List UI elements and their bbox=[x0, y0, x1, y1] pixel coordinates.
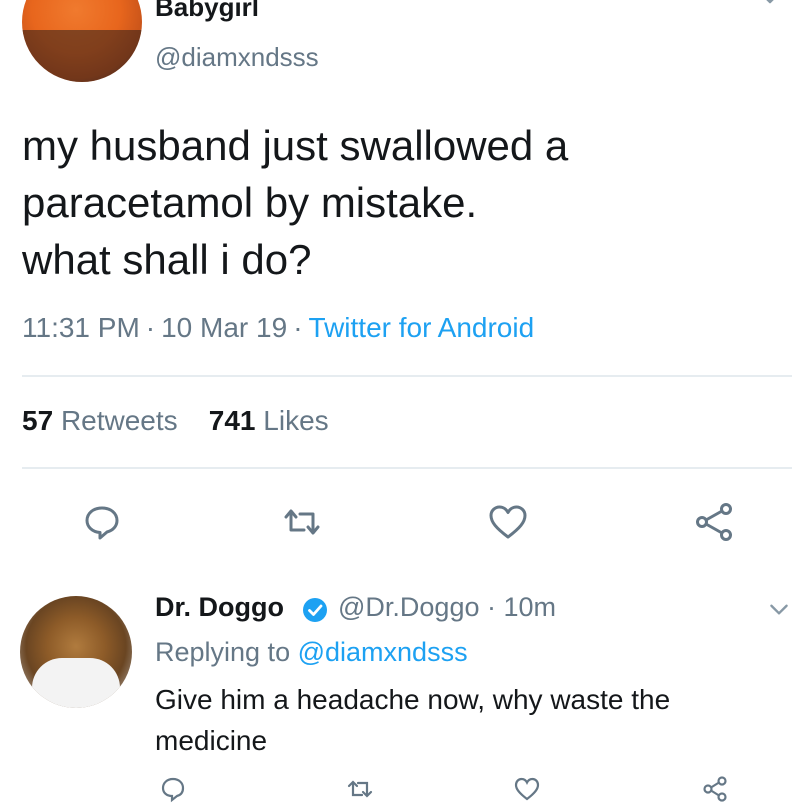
reply-text-line: medicine bbox=[155, 725, 268, 756]
tweet-metadata: 11:31 PM · 10 Mar 19 · Twitter for Android bbox=[22, 312, 534, 344]
meta-separator: · bbox=[293, 312, 303, 343]
retweets-stat[interactable]: 57 Retweets bbox=[22, 405, 178, 436]
divider bbox=[22, 467, 792, 469]
tweet-text-line: my husband just swallowed a bbox=[22, 122, 569, 169]
tweet-text-line: what shall i do? bbox=[22, 236, 312, 283]
tweet-source-link[interactable]: Twitter for Android bbox=[309, 312, 535, 343]
meta-separator: · bbox=[145, 312, 156, 343]
divider bbox=[22, 375, 792, 377]
author-avatar[interactable] bbox=[22, 0, 142, 82]
reply-author-name[interactable]: Dr. Doggo bbox=[155, 592, 284, 623]
reply-bubble-icon[interactable] bbox=[158, 774, 188, 804]
retweet-icon[interactable] bbox=[345, 774, 375, 804]
heart-icon[interactable] bbox=[512, 774, 542, 804]
reply-time-ago: 10m bbox=[503, 592, 557, 622]
reply-author-meta: @Dr.Doggo · 10m bbox=[338, 592, 556, 623]
reply-text-line: Give him a headache now, why waste the bbox=[155, 684, 671, 715]
replying-to: Replying to @diamxndsss bbox=[155, 637, 468, 668]
retweet-icon[interactable] bbox=[280, 500, 324, 544]
likes-count: 741 bbox=[208, 405, 256, 436]
retweets-label: Retweets bbox=[60, 405, 178, 436]
heart-icon[interactable] bbox=[486, 500, 530, 544]
tweet-stats: 57 Retweets 741 Likes bbox=[22, 405, 329, 437]
author-display-name[interactable]: Babygirl bbox=[155, 0, 259, 23]
reply-bubble-icon[interactable] bbox=[80, 500, 124, 544]
share-icon[interactable] bbox=[692, 500, 736, 544]
retweets-count: 57 bbox=[22, 405, 54, 436]
replying-to-mention[interactable]: @diamxndsss bbox=[298, 637, 468, 667]
verified-badge-icon bbox=[303, 598, 327, 622]
replying-prefix: Replying to bbox=[155, 637, 291, 667]
meta-separator: · bbox=[487, 592, 496, 622]
tweet-text-line: paracetamol by mistake. bbox=[22, 179, 478, 226]
share-icon[interactable] bbox=[700, 774, 730, 804]
likes-stat[interactable]: 741 Likes bbox=[209, 405, 329, 436]
author-handle[interactable]: @diamxndsss bbox=[155, 42, 319, 73]
reply-author-handle[interactable]: @Dr.Doggo bbox=[338, 592, 479, 622]
tweet-date: 10 Mar 19 bbox=[161, 312, 288, 343]
likes-label: Likes bbox=[263, 405, 329, 436]
chevron-down-icon[interactable] bbox=[758, 0, 782, 10]
tweet-time: 11:31 PM bbox=[22, 312, 140, 343]
reply-author-avatar[interactable] bbox=[20, 596, 132, 708]
chevron-down-icon[interactable] bbox=[766, 596, 792, 622]
